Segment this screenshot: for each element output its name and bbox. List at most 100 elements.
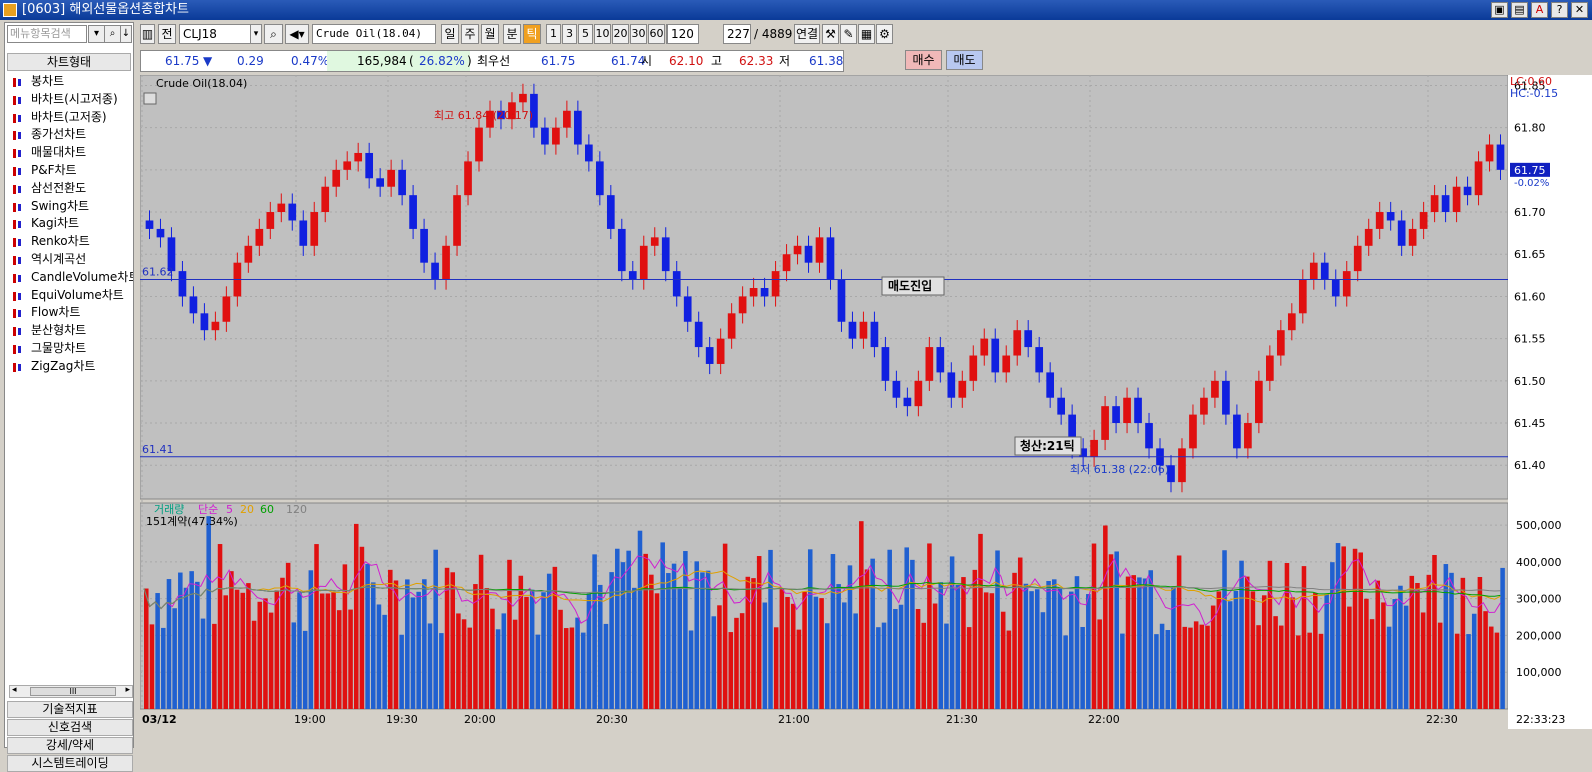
search-icon[interactable]: ⌕ [104, 25, 121, 43]
interval-button[interactable]: 5 [578, 24, 593, 44]
candle-icon [13, 113, 23, 123]
chart-type-item[interactable]: 그물망차트 [7, 340, 133, 358]
interval-button[interactable]: 10 [594, 24, 611, 44]
current-price-label: 61.75 [1514, 164, 1546, 177]
symbol-search-icon[interactable]: ⌕ [264, 24, 283, 44]
period-button[interactable]: 일 [441, 24, 459, 44]
volume-bar [541, 592, 546, 709]
tab-technical-indicators[interactable]: 기술적지표 [7, 701, 133, 718]
chart-type-item[interactable]: 바차트(고저종) [7, 109, 133, 127]
left-scrollbar[interactable]: ◂ III ▸ [9, 685, 133, 698]
price-chart[interactable]: 61.40 61.45 61.50 61.55 61.60 61.65 61.70 61.75… [139, 74, 1592, 748]
chart-type-item[interactable]: 삼선전환도 [7, 180, 133, 198]
sell-button[interactable]: 매도 [946, 50, 983, 70]
ma-period-label: 60 [260, 503, 274, 516]
candle [1200, 397, 1208, 415]
candle [1386, 212, 1395, 221]
symbol-input[interactable]: CLJ18 [179, 24, 251, 44]
sell-entry-label: 매도진입 [888, 278, 932, 293]
interval-button[interactable]: 1 [546, 24, 561, 44]
chart-type-item[interactable]: 역시계곡선 [7, 251, 133, 269]
help-icon[interactable]: ? [1551, 2, 1568, 18]
price-tick-label: 61.60 [1514, 290, 1546, 303]
candle [552, 127, 560, 145]
chart-type-item[interactable]: 바차트(시고저종) [7, 91, 133, 109]
tool-icon[interactable]: ✎ [840, 24, 857, 44]
chart-type-item[interactable]: Flow차트 [7, 304, 133, 322]
chart-area[interactable]: 61.40 61.45 61.50 61.55 61.60 61.65 61.70 61.75… [139, 74, 1592, 748]
tool-icon[interactable]: ⚒ [822, 24, 839, 44]
chart-type-item[interactable]: Renko차트 [7, 233, 133, 251]
scroll-right-icon[interactable]: ▸ [125, 685, 130, 695]
volume-bar [376, 604, 382, 709]
count-input[interactable]: 227 [723, 24, 751, 44]
save-icon[interactable]: ▦ [858, 24, 875, 44]
ma-period-label: 120 [286, 503, 307, 516]
interval-button[interactable]: 20 [612, 24, 629, 44]
interval-input[interactable]: 120 [667, 24, 699, 44]
chart-type-item[interactable]: Kagi차트 [7, 215, 133, 233]
menu-icon[interactable]: ▥ [140, 24, 155, 44]
ask: 61.75 [541, 54, 576, 68]
candle [277, 203, 286, 213]
period-button[interactable]: 분 [503, 24, 521, 44]
settings-icon[interactable]: ⚙ [876, 24, 893, 44]
interval-button[interactable]: 3 [562, 24, 577, 44]
interval-button[interactable]: 30 [630, 24, 647, 44]
volume-bar [484, 588, 490, 709]
print-icon[interactable]: ▤ [1511, 2, 1528, 18]
volume-bar [1091, 543, 1097, 709]
chart-type-item[interactable]: 매물대차트 [7, 144, 133, 162]
volume-bar [978, 533, 983, 709]
volume-bar [717, 605, 722, 709]
prev-button[interactable]: 전 [158, 24, 176, 44]
volume-bar [671, 563, 677, 709]
chart-type-item[interactable]: 봉차트 [7, 73, 133, 91]
chart-menu-icon[interactable] [143, 92, 157, 105]
tab-strength[interactable]: 강세/약세 [7, 737, 133, 754]
speaker-icon[interactable]: ◀▾ [285, 24, 309, 44]
scroll-thumb[interactable]: III [30, 687, 116, 696]
scroll-left-icon[interactable]: ◂ [12, 685, 17, 695]
period-button[interactable]: 주 [461, 24, 479, 44]
chart-type-item[interactable]: P&F차트 [7, 162, 133, 180]
volume-bar [359, 546, 365, 709]
candle [595, 161, 604, 196]
chart-type-item[interactable]: 분산형차트 [7, 322, 133, 340]
chart-type-item[interactable]: 종가선차트 [7, 126, 133, 144]
volume-pct: 26.82% [419, 54, 465, 68]
chart-type-item[interactable]: Swing차트 [7, 198, 133, 216]
chart-type-item[interactable]: EquiVolume차트 [7, 287, 133, 305]
interval-button[interactable]: 60 [648, 24, 665, 44]
tab-signal-search[interactable]: 신호검색 [7, 719, 133, 736]
window-layout-button[interactable]: ▣ [1491, 2, 1508, 18]
candle [1266, 355, 1274, 381]
candle [244, 245, 253, 263]
candle-icon [13, 238, 23, 248]
close-icon[interactable]: ✕ [1571, 2, 1588, 18]
download-icon[interactable]: ↓ [120, 25, 132, 43]
period-button[interactable]: 월 [481, 24, 499, 44]
candle-icon [13, 362, 23, 372]
volume-bar [1250, 591, 1256, 709]
chart-type-item[interactable]: CandleVolume차트 [7, 269, 133, 287]
dropdown-icon[interactable]: ▾ [88, 25, 105, 43]
menu-search-input[interactable]: 메뉴항목검색 [7, 25, 87, 43]
change-pct: 0.47% [291, 54, 330, 68]
left-panel: 메뉴항목검색 ▾ ⌕ ↓ 차트형태 봉차트 바차트(시고저종) 바차트(고저종) 종가… [4, 22, 134, 772]
font-icon[interactable]: A [1531, 2, 1548, 18]
period-button[interactable]: 틱 [523, 24, 541, 44]
symbol-dropdown-icon[interactable]: ▾ [250, 24, 262, 44]
candle [1211, 380, 1219, 398]
volume-bar [1171, 587, 1176, 709]
volume-bar [1290, 597, 1295, 709]
tab-system-trading[interactable]: 시스템트레이딩 [7, 755, 133, 772]
volume-bar [1006, 630, 1012, 709]
buy-button[interactable]: 매수 [905, 50, 942, 70]
candle [1101, 406, 1109, 440]
volume-bar [1352, 548, 1358, 709]
chart-type-item[interactable]: ZigZag차트 [7, 358, 133, 376]
volume-bar [813, 596, 819, 709]
link-button[interactable]: 연결 [794, 24, 820, 44]
candle [1463, 186, 1472, 196]
